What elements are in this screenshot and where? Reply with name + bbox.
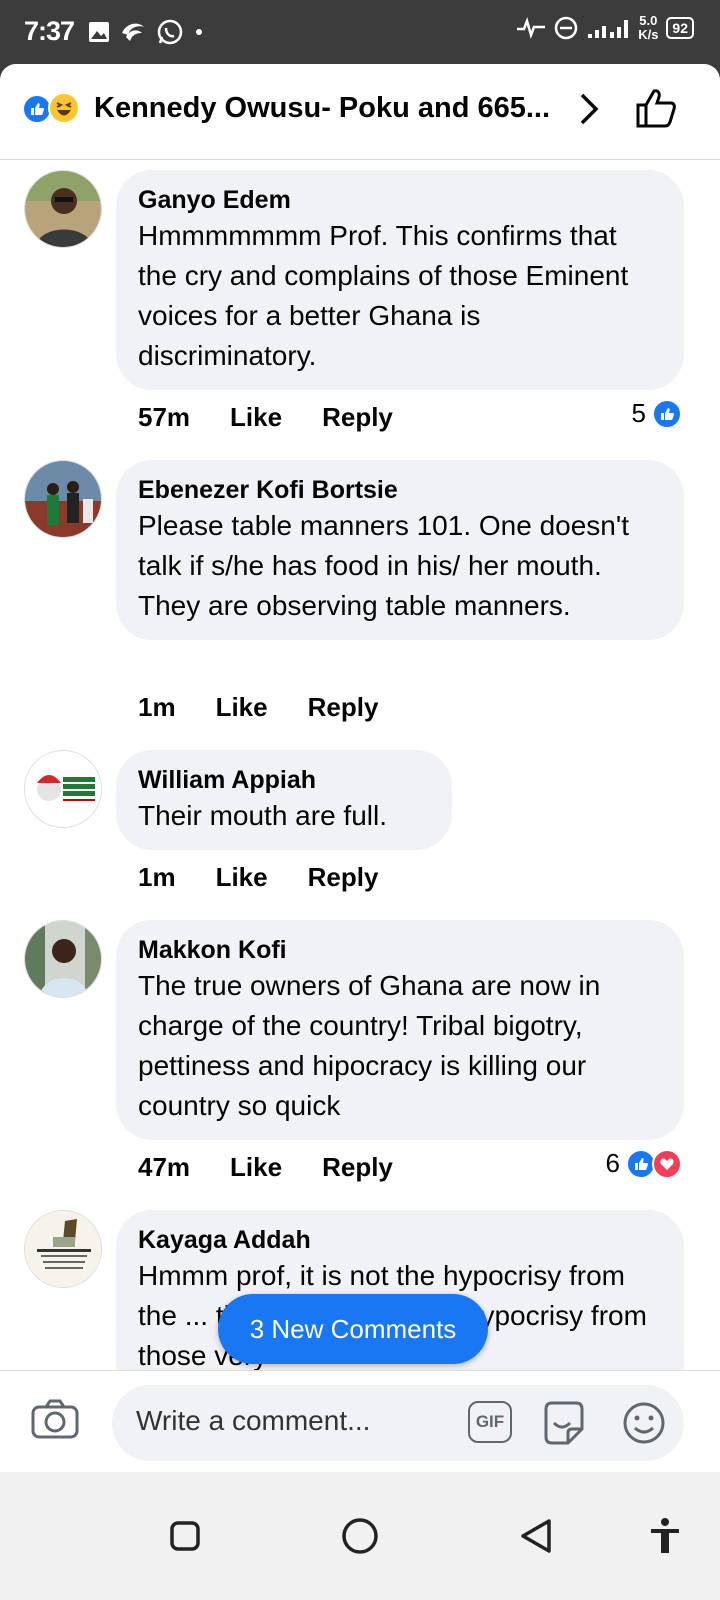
- reactors-title[interactable]: Kennedy Owusu- Poku and 665...: [94, 92, 550, 125]
- reply-button[interactable]: Reply: [322, 402, 393, 433]
- comment-time: 57m: [138, 402, 191, 432]
- comment-input-placeholder: Write a comment...: [136, 1405, 371, 1436]
- status-time: 7:37: [24, 16, 75, 46]
- comment-bubble[interactable]: William Appiah Their mouth are full.: [116, 750, 452, 850]
- comment-text: Hmmmmmmm Prof. This confirms that the cr…: [138, 220, 629, 371]
- commenter-name[interactable]: Makkon Kofi: [138, 934, 660, 966]
- back-triangle-icon: [521, 1519, 551, 1553]
- camera-icon[interactable]: [30, 1397, 80, 1441]
- comment-actions: 47m Like Reply: [138, 1152, 433, 1183]
- comment-time: 47m: [138, 1152, 191, 1182]
- reaction-summary[interactable]: [22, 92, 86, 126]
- app-notification-icon: [122, 23, 144, 41]
- comment-actions: 1m Like Reply: [138, 862, 418, 893]
- comment-reactions[interactable]: 5: [632, 398, 682, 429]
- like-button[interactable]: Like: [230, 402, 282, 433]
- comments-sheet: Kennedy Owusu- Poku and 665... Ganyo Ede…: [0, 64, 720, 1472]
- like-button[interactable]: Like: [230, 1152, 282, 1183]
- comment-time: 1m: [138, 862, 176, 892]
- recent-apps-button[interactable]: [150, 1472, 220, 1600]
- like-reaction-icon: [652, 398, 682, 429]
- network-speed: 5.0 K/s: [638, 14, 658, 42]
- whatsapp-icon: [157, 19, 183, 45]
- reaction-count: 5: [631, 398, 646, 428]
- network-speed-value: 5.0: [639, 13, 658, 28]
- comment-composer: Write a comment... GIF: [0, 1370, 720, 1472]
- avatar[interactable]: [24, 170, 102, 248]
- system-status-icons: 5.0 K/s 92: [516, 14, 694, 42]
- commenter-name[interactable]: Ebenezer Kofi Bortsie: [138, 474, 660, 506]
- signal-icon: [588, 20, 629, 38]
- gif-button[interactable]: GIF: [468, 1401, 512, 1443]
- comment-actions: 57m Like Reply: [138, 402, 433, 433]
- reply-button[interactable]: Reply: [308, 862, 379, 893]
- comment-text: Their mouth are full.: [138, 800, 387, 831]
- comment-bubble[interactable]: Ganyo Edem Hmmmmmmm Prof. This confirms …: [116, 170, 684, 390]
- square-icon: [170, 1521, 200, 1551]
- comment-actions: 1m Like Reply: [138, 692, 418, 723]
- comment-time: 1m: [138, 692, 176, 722]
- reply-button[interactable]: Reply: [322, 1152, 393, 1183]
- reply-button[interactable]: Reply: [308, 692, 379, 723]
- avatar[interactable]: [24, 460, 102, 538]
- do-not-disturb-icon: [554, 16, 578, 40]
- more-dot-icon: [196, 29, 202, 35]
- comment-reactions[interactable]: 6: [606, 1148, 682, 1179]
- network-speed-unit: K/s: [638, 27, 659, 42]
- notification-icons: [88, 18, 204, 46]
- chevron-right-icon[interactable]: [578, 92, 600, 126]
- comment-bubble[interactable]: Ebenezer Kofi Bortsie Please table manne…: [116, 460, 684, 640]
- love-reaction-icon: [652, 1148, 682, 1179]
- system-nav-bar: [0, 1472, 720, 1600]
- back-button[interactable]: [500, 1472, 572, 1600]
- commenter-name[interactable]: Kayaga Addah: [138, 1224, 660, 1256]
- emoji-icon[interactable]: [620, 1399, 668, 1447]
- battery-indicator: 92: [666, 17, 694, 39]
- accessibility-icon: [651, 1518, 679, 1553]
- avatar[interactable]: [24, 750, 102, 828]
- home-button[interactable]: [324, 1472, 396, 1600]
- activity-icon: [517, 17, 546, 39]
- circle-icon: [342, 1518, 378, 1554]
- new-comments-button[interactable]: 3 New Comments: [218, 1294, 488, 1364]
- comment-text: Please table manners 101. One doesn't ta…: [138, 510, 629, 621]
- sticker-icon[interactable]: [540, 1399, 588, 1447]
- comment-input[interactable]: Write a comment... GIF: [112, 1385, 684, 1461]
- like-button[interactable]: Like: [216, 862, 268, 893]
- reaction-count: 6: [605, 1148, 620, 1178]
- like-button[interactable]: Like: [216, 692, 268, 723]
- comment-text: The true owners of Ghana are now in char…: [138, 970, 601, 1121]
- commenter-name[interactable]: William Appiah: [138, 764, 428, 796]
- comment-bubble[interactable]: Makkon Kofi The true owners of Ghana are…: [116, 920, 684, 1140]
- avatar[interactable]: [24, 920, 102, 998]
- commenter-name[interactable]: Ganyo Edem: [138, 184, 660, 216]
- like-post-icon[interactable]: [634, 86, 678, 130]
- reactions-header[interactable]: Kennedy Owusu- Poku and 665...: [0, 64, 720, 160]
- accessibility-button[interactable]: [630, 1472, 700, 1600]
- status-bar: 7:37 5.0 K/s 92: [0, 0, 720, 64]
- gallery-icon: [89, 22, 109, 42]
- avatar[interactable]: [24, 1210, 102, 1288]
- haha-reaction-icon: [48, 92, 80, 124]
